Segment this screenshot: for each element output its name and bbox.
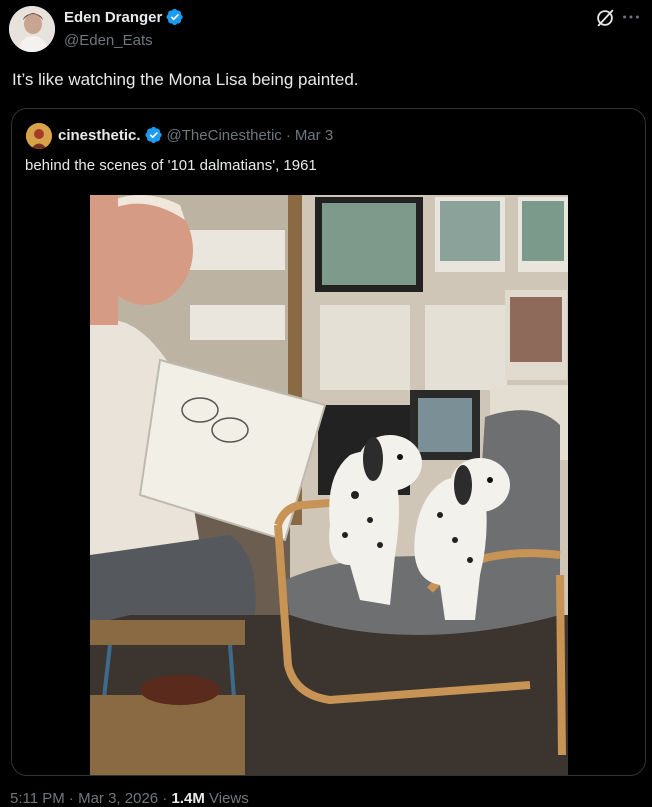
quote-author-name[interactable]: cinesthetic. — [58, 127, 141, 144]
footer-separator: · — [68, 790, 74, 807]
quote-avatar[interactable] — [26, 123, 52, 149]
author-name-row[interactable]: Eden Dranger — [64, 8, 184, 26]
quote-separator: · — [285, 126, 291, 144]
photo-illustration — [90, 195, 568, 775]
more-icon[interactable] — [620, 6, 642, 28]
verified-badge-icon — [166, 8, 184, 26]
verified-badge-icon — [145, 126, 162, 144]
quoted-tweet[interactable]: cinesthetic. @TheCinesthetic · Mar 3 beh… — [11, 108, 646, 776]
views-count: 1.4M — [171, 790, 205, 807]
grok-icon[interactable] — [594, 7, 616, 29]
tweet-time[interactable]: 5:11 PM — [10, 790, 65, 807]
tweet-text: It’s like watching the Mona Lisa being p… — [12, 70, 359, 89]
author-avatar[interactable] — [9, 6, 55, 52]
author-handle[interactable]: @Eden_Eats — [64, 32, 153, 49]
tweet-date[interactable]: Mar 3, 2026 — [78, 790, 158, 807]
views-label: Views — [209, 790, 249, 807]
quote-photo[interactable] — [90, 195, 568, 775]
quote-author-handle[interactable]: @TheCinesthetic — [167, 127, 282, 144]
tweet-footer: 5:11 PM · Mar 3, 2026 · 1.4M Views — [10, 790, 249, 807]
quote-header: cinesthetic. @TheCinesthetic · Mar 3 — [58, 126, 333, 144]
quote-text: behind the scenes of '101 dalmatians', 1… — [25, 157, 317, 174]
quote-date[interactable]: Mar 3 — [295, 127, 333, 144]
author-name[interactable]: Eden Dranger — [64, 9, 162, 26]
footer-separator: · — [162, 790, 168, 807]
